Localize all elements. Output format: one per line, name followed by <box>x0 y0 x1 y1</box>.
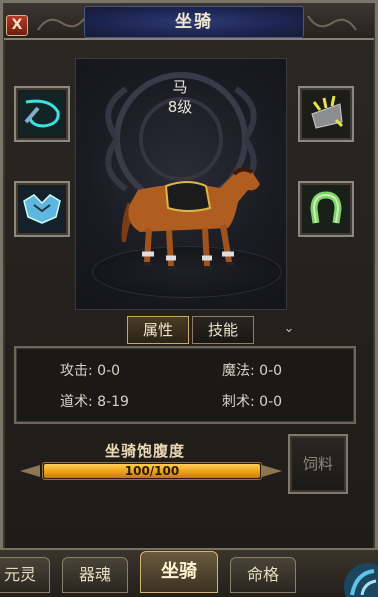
attack-stat: 攻击: 0-0 <box>60 363 121 379</box>
tab-qihun[interactable]: 器魂 <box>62 557 128 593</box>
bar-right-cap-icon <box>262 465 282 477</box>
mount-window: 坐骑 X 马 8级 属性 技能 ⌄ 攻击: 0-0 魔法: 0-0 道术: 8-… <box>0 0 378 597</box>
ornament-icon <box>307 15 357 31</box>
slot-whip[interactable] <box>14 86 70 142</box>
close-button[interactable]: X <box>6 15 28 36</box>
tab-mingge[interactable]: 命格 <box>230 557 296 593</box>
swirl-orb-icon <box>344 563 378 597</box>
horse-icon <box>121 167 260 270</box>
title-bar: 坐骑 <box>4 4 374 40</box>
taoism-stat: 道术: 8-19 <box>60 394 129 410</box>
ornament-icon <box>37 15 87 31</box>
chevron-down-icon[interactable]: ⌄ <box>281 322 297 336</box>
spiked-bridle-icon <box>304 92 348 136</box>
satiety-label: 坐骑饱腹度 <box>104 442 185 460</box>
mount-name: 马 <box>172 78 188 96</box>
whip-icon <box>20 92 64 136</box>
close-icon: X <box>11 17 23 33</box>
tab-attributes[interactable]: 属性 <box>127 316 189 344</box>
slot-bridle[interactable] <box>298 86 354 142</box>
title-plate: 坐骑 <box>84 6 304 38</box>
slot-armor[interactable] <box>14 181 70 237</box>
assassination-stat: 刺术: 0-0 <box>222 394 283 410</box>
tab-yuanling[interactable]: 元灵 <box>0 557 50 593</box>
tab-skills[interactable]: 技能 <box>192 316 254 344</box>
slot-horseshoe[interactable] <box>298 181 354 237</box>
satiety-value: 100/100 <box>124 464 180 478</box>
bar-left-cap-icon <box>20 465 40 477</box>
horseshoe-icon <box>304 187 348 231</box>
magic-stat: 魔法: 0-0 <box>222 363 283 379</box>
feed-button[interactable]: 饲料 <box>288 434 348 494</box>
mount-level: 8级 <box>167 98 193 116</box>
tab-mount[interactable]: 坐骑 <box>140 551 218 593</box>
attribute-panel <box>14 346 356 424</box>
satiety-bar: 100/100 <box>20 459 282 483</box>
window-title: 坐骑 <box>175 12 213 32</box>
horse-armor-icon <box>20 187 64 231</box>
